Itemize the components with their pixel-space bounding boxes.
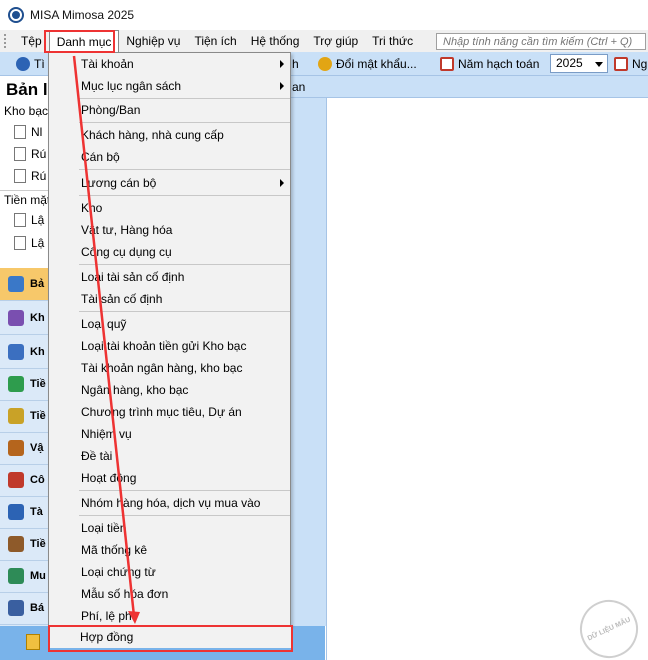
annotation-arrow [72,55,140,624]
